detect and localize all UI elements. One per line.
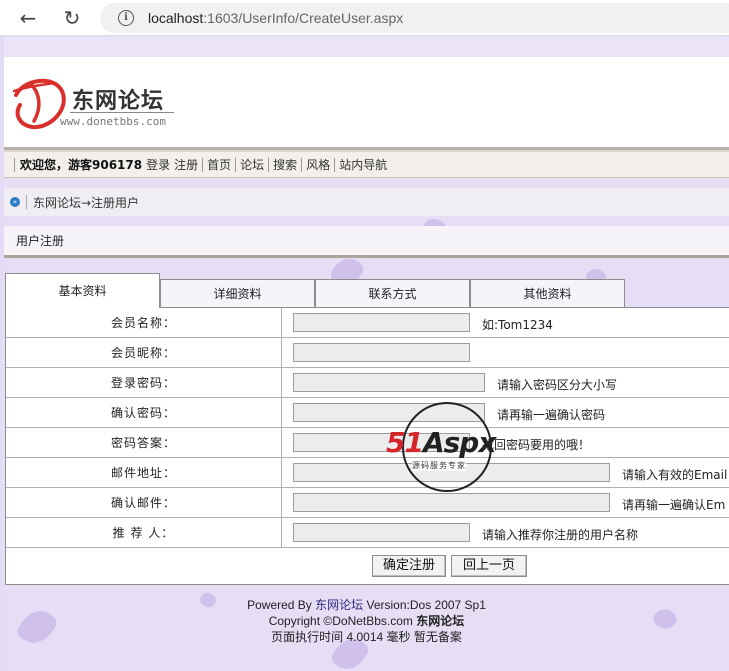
top-menu-bar: 欢迎您，游客906178 登录 注册 首页 论坛 搜索 风格 站内导航 [4, 152, 729, 178]
submit-register-button[interactable]: 确定注册 [372, 555, 446, 577]
field-hint: 请输入推荐你注册的用户名称 [482, 528, 639, 542]
page: 东网论坛 www.donetbbs.com 欢迎您，游客906178 登录 注册… [4, 37, 729, 671]
field-label: 确认密码： [6, 398, 282, 428]
answer-input[interactable] [293, 433, 470, 452]
back-arrow-icon[interactable]: ← [14, 4, 42, 32]
info-icon[interactable]: i [118, 10, 134, 26]
logo-url: www.donetbbs.com [60, 115, 166, 128]
chevron-circle-icon: » [10, 197, 20, 207]
breadcrumb-separator [26, 195, 27, 209]
footer-brand-bold: 东网论坛 [416, 614, 465, 628]
forum-link[interactable]: 论坛 [240, 156, 264, 173]
menu-separator [202, 157, 204, 172]
menu-separator [268, 157, 270, 172]
url-text[interactable]: localhost:1603/UserInfo/CreateUser.aspx [148, 10, 403, 26]
field-label: 登录密码： [6, 368, 282, 398]
field-hint: 请输入有效的Email [622, 468, 728, 482]
logo-rule [70, 112, 174, 113]
address-bar[interactable]: i localhost:1603/UserInfo/CreateUser.asp… [100, 3, 729, 33]
field-label: 会员名称： [6, 308, 282, 338]
form-row-answer: 密码答案： 找回密码要用的哦！ [6, 428, 729, 458]
form-row-confirm-email: 确认邮件： 请再输一遍确认Em [6, 488, 729, 518]
banner: 东网论坛 www.donetbbs.com [4, 57, 729, 147]
form-row-confirm-password: 确认密码： 请再输一遍确认密码 [6, 398, 729, 428]
form-row-referrer: 推 荐 人： 请输入推荐你注册的用户名称 [6, 518, 729, 548]
site-nav-link[interactable]: 站内导航 [339, 156, 387, 173]
register-link[interactable]: 注册 [174, 156, 198, 173]
footer-text: Copyright ©DoNetBbs.com [268, 614, 417, 628]
home-link[interactable]: 首页 [207, 156, 231, 173]
form-row-email: 邮件地址： 请输入有效的Email [6, 458, 729, 488]
confirm-password-input[interactable] [293, 403, 485, 422]
welcome-text: 欢迎您，游客906178 [20, 158, 143, 172]
tab-basic-info[interactable]: 基本资料 [5, 273, 160, 309]
field-hint: 请输入密码区分大小写 [497, 378, 618, 392]
referrer-input[interactable] [293, 523, 470, 542]
breadcrumb: » 东网论坛→注册用户 [4, 188, 729, 216]
footer: Powered By 东网论坛 Version:Dos 2007 Sp1 Cop… [4, 597, 729, 645]
footer-text: Version:Dos 2007 Sp1 [363, 598, 486, 612]
footer-text: Powered By [247, 598, 316, 612]
footer-brand-link[interactable]: 东网论坛 [315, 598, 363, 612]
style-link[interactable]: 风格 [306, 156, 330, 173]
menu-separator [301, 157, 303, 172]
footer-line-exec-time: 页面执行时间 4.0014 毫秒 暂无备案 [271, 630, 462, 644]
menu-separator [14, 157, 15, 172]
browser-toolbar: ← ↻ i localhost:1603/UserInfo/CreateUser… [0, 0, 729, 36]
menu-separator [334, 157, 336, 172]
nickname-input[interactable] [293, 343, 470, 362]
form-row-username: 会员名称： 如:Tom1234 [6, 308, 729, 338]
field-hint: 请再输一遍确认密码 [497, 408, 606, 422]
form-row-nickname: 会员昵称： [6, 338, 729, 368]
field-label: 确认邮件： [6, 488, 282, 518]
email-input[interactable] [293, 463, 610, 482]
search-link[interactable]: 搜索 [273, 156, 297, 173]
form-row-password: 登录密码： 请输入密码区分大小写 [6, 368, 729, 398]
field-label: 邮件地址： [6, 458, 282, 488]
menu-separator [235, 157, 237, 172]
breadcrumb-text[interactable]: 东网论坛→注册用户 [33, 194, 139, 211]
form-buttons: 确定注册 回上一页 [6, 548, 729, 584]
top-strip [4, 37, 729, 57]
field-hint: 找回密码要用的哦！ [482, 438, 591, 452]
logo-title: 东网论坛 [72, 89, 165, 114]
login-link[interactable]: 登录 [146, 156, 170, 173]
field-hint: 请再输一遍确认Em [622, 498, 726, 512]
url-host: localhost [148, 10, 204, 26]
field-label: 会员昵称： [6, 338, 282, 368]
field-label: 密码答案： [6, 428, 282, 458]
footer-line-powered: Powered By 东网论坛 Version:Dos 2007 Sp1 [4, 597, 729, 613]
tab-bar: 基本资料 详细资料 联系方式 其他资料 [5, 273, 625, 313]
go-back-button[interactable]: 回上一页 [451, 555, 527, 577]
reload-icon[interactable]: ↻ [58, 4, 86, 32]
url-path: :1603/UserInfo/CreateUser.aspx [203, 10, 404, 26]
field-label: 推 荐 人： [6, 518, 282, 548]
confirm-email-input[interactable] [293, 493, 610, 512]
field-hint: 如:Tom1234 [482, 318, 553, 332]
footer-line-copyright: Copyright ©DoNetBbs.com 东网论坛 [4, 613, 729, 629]
password-input[interactable] [293, 373, 485, 392]
username-input[interactable] [293, 313, 470, 332]
section-title: 用户注册 [4, 226, 729, 258]
registration-form: 会员名称： 如:Tom1234 会员昵称： 登录密码： 请输入密码区分大小写 确… [5, 308, 729, 585]
